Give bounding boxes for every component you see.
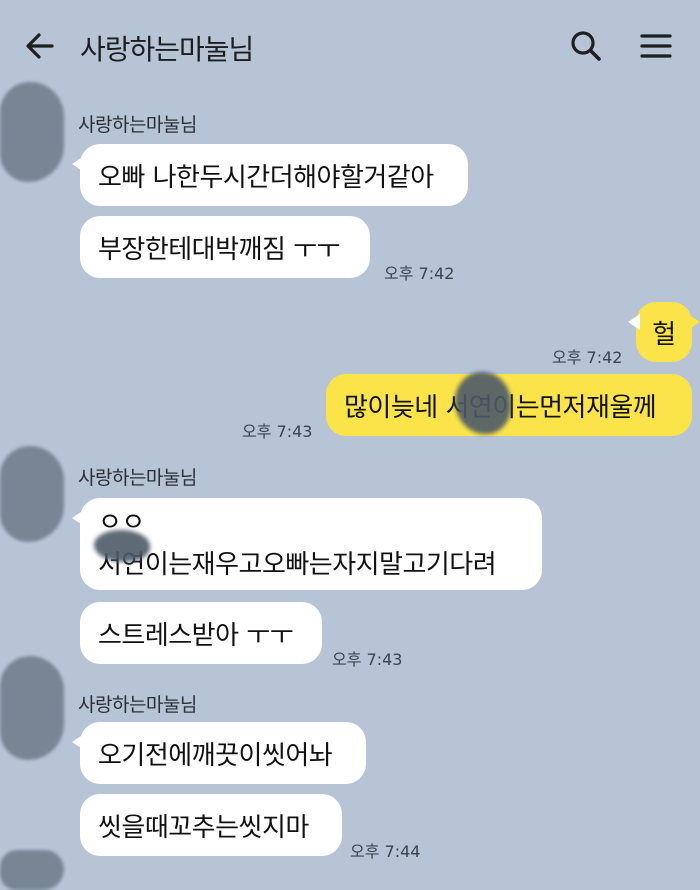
message-text: 스트레스받아 ㅜㅜ [98, 620, 294, 651]
redaction-blot [94, 530, 150, 562]
message-time: 오후 7:43 [332, 650, 403, 669]
message-text: 오빠 나한두시간더해야할거같아 [98, 162, 434, 193]
sender-name: 사랑하는마눌님 [78, 467, 197, 489]
avatar[interactable] [0, 446, 64, 542]
search-icon[interactable] [566, 26, 606, 66]
message-text: 서연이는재우고오빠는자지말고기다려 [98, 550, 497, 580]
avatar[interactable] [0, 82, 64, 182]
my-message-bubble[interactable]: 헐 [628, 302, 700, 362]
message-bubble[interactable]: 오기전에깨끗이씻어놔 [72, 722, 366, 784]
message-time: 오후 7:42 [552, 348, 623, 367]
sender-name: 사랑하는마눌님 [78, 114, 197, 136]
chat-title: 사랑하는마눌님 [80, 33, 254, 66]
message-bubble[interactable]: 부장한테대박깨짐 ㅜㅜ [80, 216, 370, 278]
message-bubble[interactable]: 씻을때꼬추는씻지마 [80, 794, 342, 856]
avatar[interactable] [0, 850, 64, 890]
message-bubble[interactable]: 오빠 나한두시간더해야할거같아 [72, 144, 468, 206]
redaction-blot [455, 372, 511, 434]
message-text: 오기전에깨끗이씻어놔 [98, 740, 333, 771]
message-time: 오후 7:43 [242, 422, 313, 441]
back-arrow-icon[interactable] [20, 26, 60, 66]
menu-icon[interactable] [634, 26, 678, 66]
sender-name: 사랑하는마눌님 [78, 694, 197, 716]
message-time: 오후 7:42 [384, 264, 455, 283]
message-bubble[interactable]: 스트레스받아 ㅜㅜ [80, 602, 322, 664]
message-text: 씻을때꼬추는씻지마 [98, 812, 309, 843]
message-text: 헐 [652, 319, 676, 350]
message-time: 오후 7:44 [350, 842, 421, 861]
chat-header: 사랑하는마눌님 [0, 0, 700, 92]
avatar[interactable] [0, 656, 64, 760]
message-text: 부장한테대박깨짐 ㅜㅜ [98, 234, 340, 265]
